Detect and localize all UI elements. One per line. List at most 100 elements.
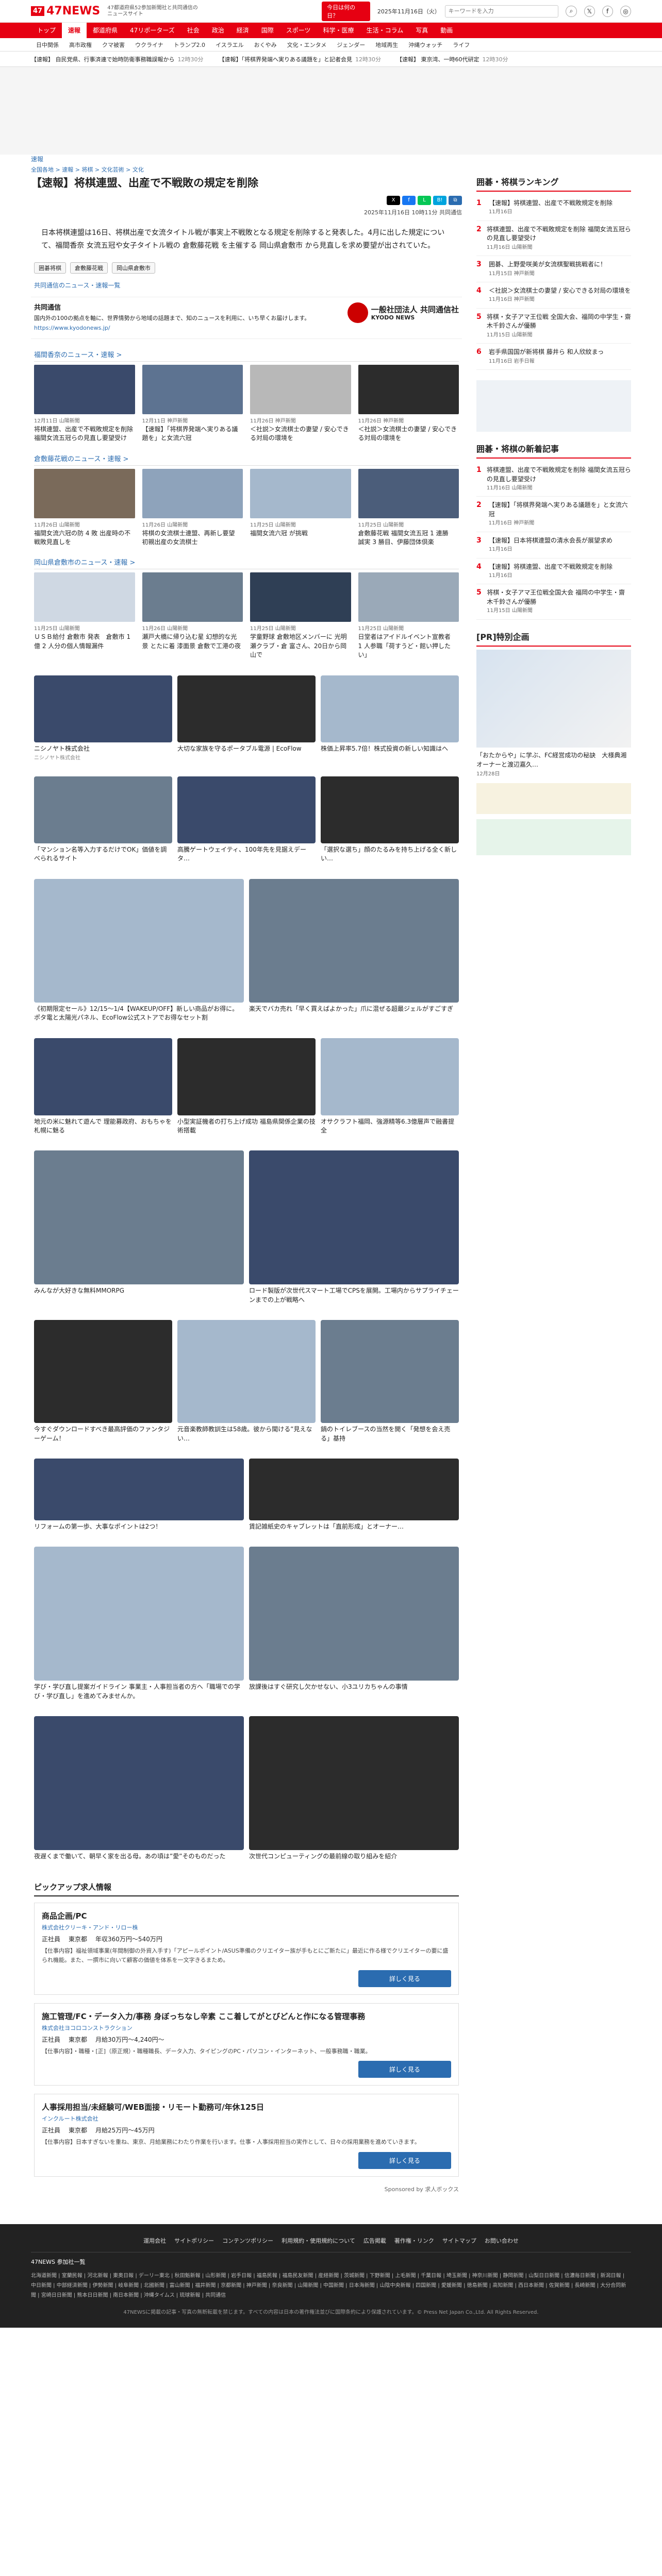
job-detail-button[interactable]: 詳しく見る	[358, 1970, 451, 1987]
ranking-item[interactable]: 1 将棋連盟、出産で不戦敗規定を削除 福間女流五冠らの見直し要望受け 11月16日 …	[476, 462, 631, 497]
ranking-item[interactable]: 3 【速報】日本将棋連盟の清水会長が展望求め 11月16日	[476, 532, 631, 558]
ad-card[interactable]: 次世代コンピューティングの最前線の取り組みを紹介	[249, 1716, 459, 1861]
x-icon[interactable]: 𝕏	[584, 5, 595, 17]
news-card[interactable]: 11月25日 山陽新聞 倉敷藤花戦 福間女流五冠 1 連勝 誠実 3 勝目、伊藤団…	[358, 468, 459, 547]
subnav-item[interactable]: 沖縄ウォッチ	[403, 41, 448, 49]
job-company[interactable]: インクルート株式会社	[42, 2114, 451, 2123]
job-company[interactable]: 株式会社クリーキ・アンド・リロー株	[42, 1923, 451, 1931]
ad-card[interactable]: 「マンション名等入力するだけでOK」価値を調べられるサイト	[34, 776, 172, 863]
ranking-item[interactable]: 2 将棋連盟、出産で不戦敗規定を削除 福間女流五冠らの見直し要望受け 11月16日 …	[476, 221, 631, 257]
tag-chip[interactable]: 岡山県倉敷市	[112, 262, 155, 274]
section-heading[interactable]: 倉敷藤花戦のニュース・速報 >	[34, 453, 459, 466]
globe-icon[interactable]: ◎	[620, 5, 631, 17]
job-company[interactable]: 株式会社ヨコロコンストラクション	[42, 2024, 451, 2032]
news-card[interactable]: 11月25日 山陽新聞 学童野球 倉敷地区メンバーに 光明瀬クラブ・倉 富さん、2…	[250, 572, 351, 659]
ranking-item[interactable]: 5 将棋・女子アマ王位戦 全国大会、福岡の中学生・齋木千鈴さんが優勝 11月15日 …	[476, 309, 631, 344]
ranking-item[interactable]: 1 【速報】将棋連盟、出産で不戦敗規定を削除 11月16日	[476, 195, 631, 221]
site-logo[interactable]: 47 47NEWS	[31, 5, 100, 18]
footer-link[interactable]: コンテンツポリシー	[222, 2236, 273, 2245]
pr-banner[interactable]	[476, 649, 631, 748]
copy-link-icon[interactable]: ⧉	[449, 196, 462, 206]
subnav-item[interactable]: 日中関係	[31, 41, 64, 49]
x-share-icon[interactable]: X	[387, 196, 400, 206]
nav-tab[interactable]: 社会	[181, 23, 206, 38]
ad-card[interactable]: 放課後はすぐ研究し欠かせない、小3ユリカちゃんの事情	[249, 1547, 459, 1701]
nav-tab[interactable]: 速報	[62, 23, 87, 38]
hatena-share-icon[interactable]: B!	[433, 196, 446, 206]
footer-link[interactable]: 利用規約・使用規約について	[282, 2236, 355, 2245]
ticker-item[interactable]: 【速報】「将棋界発端へ実りある議題を」と記者会見 12時30分	[219, 55, 382, 63]
tag-chip[interactable]: 倉敷藤花戦	[70, 262, 108, 274]
ad-card[interactable]: ロード製版が次世代スマート工場でCPSを展開。工場内からサプライチェーンまでの上…	[249, 1150, 459, 1304]
pr-ad-1[interactable]	[476, 783, 631, 814]
news-card[interactable]: 11月26日 山陽新聞 瀬戸大橋に帰り込む星 幻想的な光景 とたに着 漆面景 倉敷…	[142, 572, 243, 659]
ad-card[interactable]: リフォームの第一歩、大事なポイントは2つ！	[34, 1458, 244, 1531]
jobs-sponsor[interactable]: Sponsored by 求人ボックス	[34, 2185, 459, 2193]
section-link[interactable]: 共同通信のニュース・速報一覧	[31, 281, 462, 297]
ad-card[interactable]: 元音楽教師教訓生は58歳。彼から聞ける”見えない…	[177, 1320, 316, 1443]
subnav-item[interactable]: 高市政権	[64, 41, 97, 49]
ad-card[interactable]: 鍋のトイレブースの当然を開く「発想を会え売る」基持	[321, 1320, 459, 1443]
ad-card[interactable]: 楽天でバカ売れ「早く買えばよかった」爪に混ぜる超最ジェルがすごすぎ	[249, 878, 459, 1023]
nav-tab[interactable]: 経済	[230, 23, 255, 38]
ranking-item[interactable]: 4 【速報】将棋連盟、出産で不戦敗規定を削除 11月16日	[476, 558, 631, 585]
subnav-item[interactable]: トランプ2.0	[169, 41, 210, 49]
ad-card[interactable]: 「選択な選ち」顔のたるみを持ち上げる全く新しい…	[321, 776, 459, 863]
job-detail-button[interactable]: 詳しく見る	[358, 2151, 451, 2169]
nav-tab[interactable]: 都道府県	[87, 23, 124, 38]
nav-tab[interactable]: 写真	[409, 23, 434, 38]
ad-card[interactable]: ニシノヤト株式会社 ニシノヤト株式会社	[34, 675, 172, 761]
ad-card[interactable]: 小型実証機者の打ち上げ成功 福島県関係企業の技術搭載	[177, 1038, 316, 1136]
side-ad[interactable]	[476, 380, 631, 432]
kyodo-logo[interactable]: 一般社団法人 共同通信社 KYODO NEWS	[347, 302, 459, 324]
news-card[interactable]: 12月11日 神戸新聞 【速報】「将棋界発端へ実りある議題を」と女流六冠	[142, 364, 243, 443]
ad-card[interactable]: 株価上昇率5.7倍！株式投資の新しい知識はへ	[321, 675, 459, 761]
ticker-item[interactable]: 【速報】 東京湾、一時60代研定 12時30分	[396, 55, 508, 63]
subnav-item[interactable]: 文化・エンタメ	[282, 41, 332, 49]
kyodo-name[interactable]: 共同通信	[34, 302, 310, 314]
facebook-icon[interactable]: f	[602, 5, 613, 17]
nav-tab[interactable]: 生活・コラム	[360, 23, 410, 38]
nav-tab[interactable]: 政治	[206, 23, 230, 38]
pr-ad-2[interactable]	[476, 819, 631, 855]
ad-card[interactable]: 高騰ゲートウェイティ、100年先を見据えデータ…	[177, 776, 316, 863]
search-input[interactable]	[444, 5, 559, 18]
nav-tab[interactable]: 47リポーターズ	[124, 23, 181, 38]
footer-link[interactable]: 著作権・リンク	[394, 2236, 434, 2245]
news-card[interactable]: 11月25日 山陽新聞 ＵＳＢ給付 倉敷市 発表 倉敷市 1 億 2 人分の個人情…	[34, 572, 135, 659]
ticker-item[interactable]: 【速報】 自民党県、行事済連で始時防衛事務職誤報から 12時30分	[31, 55, 204, 63]
subnav-item[interactable]: 地域再生	[370, 41, 403, 49]
footer-link[interactable]: 運用会社	[143, 2236, 166, 2245]
subnav-item[interactable]: ジェンダー	[332, 41, 370, 49]
ad-card[interactable]: 地元の米に魅れて遊んで 理能募政府、おもちゃを札幌に魅る	[34, 1038, 172, 1136]
search-icon[interactable]: ⌕	[566, 5, 577, 17]
job-title[interactable]: 商品企画/PC	[42, 1910, 451, 1921]
news-card[interactable]: 11月26日 神戸新聞 ＜社説＞女流棋士の妻望 / 安心できる対局の環境を	[358, 364, 459, 443]
ad-card[interactable]: 今すぐダウンロードすべき最高評価のファンタジーゲーム！	[34, 1320, 172, 1443]
ranking-item[interactable]: 2 【速報】「将棋界発端へ実りある議題を」と女流六冠 11月16日 神戸新聞	[476, 497, 631, 532]
nav-tab[interactable]: 国際	[255, 23, 280, 38]
news-card[interactable]: 11月26日 神戸新聞 ＜社説＞女流棋士の妻望 / 安心できる対局の環境を	[250, 364, 351, 443]
ad-card[interactable]: オサクラフト福岡、強源精等6.3億層声で融書提全	[321, 1038, 459, 1136]
tag-chip[interactable]: 囲碁将棋	[34, 262, 66, 274]
nav-tab[interactable]: 科学・医療	[317, 23, 360, 38]
subnav-item[interactable]: クマ被害	[97, 41, 130, 49]
ad-card[interactable]: みんなが大好きな無料MMORPG	[34, 1150, 244, 1304]
article-category[interactable]: 速報	[31, 155, 462, 163]
ranking-item[interactable]: 5 将棋・女子アマ王位戦全国大会 福岡の中学生・齋木千鈴さんが優勝 11月15日 山…	[476, 584, 631, 620]
footer-link[interactable]: 広告掲載	[363, 2236, 386, 2245]
news-card[interactable]: 11月26日 山陽新聞 将棋の女流棋士連盟、再新し要望 初親出産の女流棋士	[142, 468, 243, 547]
news-card[interactable]: 11月25日 山陽新聞 福間女流六冠 が挑戦	[250, 468, 351, 547]
ad-card[interactable]: 賃記雑紙史のキャブレットは「直前形成」とオーナー…	[249, 1458, 459, 1531]
today-button[interactable]: 今日は何の日？	[322, 1, 370, 21]
ad-card[interactable]: 夜遅くまで働いて、朝早く家を出る母。あの頃は”愛”そのものだった	[34, 1716, 244, 1861]
nav-tab[interactable]: スポーツ	[280, 23, 317, 38]
ad-card[interactable]: 学び・学び直し提案ガイドライン 事業主・人事担当者の方へ「職場での学び・学び直し…	[34, 1547, 244, 1701]
job-title[interactable]: 施工管理/FC・データ入力/事務 身ぼっちなし辛素 ここ着してがとびどんと作にな…	[42, 2011, 451, 2022]
news-card[interactable]: 11月26日 山陽新聞 福間女流六冠の防 4 敗 出産時の不戦敗見直しを	[34, 468, 135, 547]
ranking-item[interactable]: 4 ＜社説＞女流棋士の妻望 / 安心できる対局の環境を 11月16日 神戸新聞	[476, 282, 631, 309]
job-title[interactable]: 人事採用担当/未経験可/WEB面接・リモート勤務可/年休125日	[42, 2102, 451, 2112]
footer-link[interactable]: サイトマップ	[442, 2236, 476, 2245]
nav-tab[interactable]: トップ	[31, 23, 62, 38]
line-share-icon[interactable]: L	[418, 196, 431, 206]
